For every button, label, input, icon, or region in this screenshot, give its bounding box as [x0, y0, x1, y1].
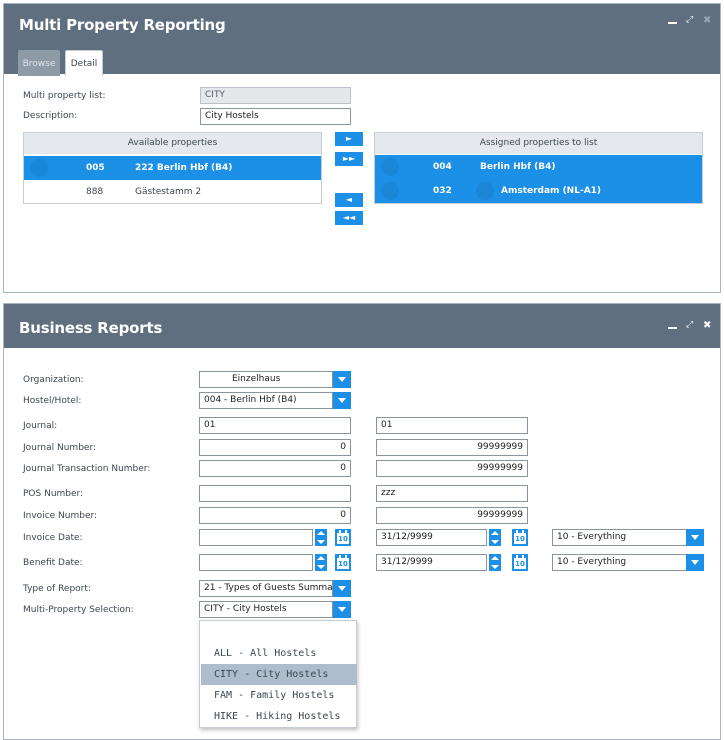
benefit-date-range-select[interactable]: 10 - Everything: [552, 554, 687, 571]
tab-detail[interactable]: Detail: [65, 50, 103, 76]
list-item[interactable]: 004 Berlin Hbf (B4): [375, 155, 702, 179]
pos-number-label: POS Number:: [23, 489, 84, 499]
journal-number-label: Journal Number:: [23, 443, 97, 453]
property-icon: [381, 182, 399, 200]
date-spinner-icon[interactable]: [315, 529, 327, 546]
available-properties-list: Available properties 005 222 Berlin Hbf …: [23, 132, 322, 204]
pos-number-from-field[interactable]: [199, 485, 351, 502]
chevron-down-icon[interactable]: [333, 580, 351, 597]
journal-transaction-to-field[interactable]: 99999999: [376, 460, 528, 477]
invoice-number-label: Invoice Number:: [23, 511, 98, 521]
journal-transaction-label: Journal Transaction Number:: [23, 464, 151, 474]
date-spinner-icon[interactable]: [315, 554, 327, 571]
journal-transaction-from-field[interactable]: 0: [199, 460, 351, 477]
assigned-properties-list: Assigned properties to list 004 Berlin H…: [374, 132, 703, 204]
dropdown-option-city[interactable]: CITY - City Hostels: [201, 664, 357, 685]
organization-select[interactable]: Einzelhaus: [199, 371, 333, 388]
report-type-label: Type of Report:: [23, 584, 91, 594]
close-icon[interactable]: ✖: [703, 16, 712, 26]
invoice-number-to-field[interactable]: 99999999: [376, 507, 528, 524]
minimize-icon[interactable]: [668, 322, 677, 329]
panel-header: Business Reports ⤢ ✖: [4, 304, 720, 348]
list-item[interactable]: 032 Amsterdam (NL-A1): [375, 179, 702, 203]
report-type-select[interactable]: 21 - Types of Guests Summary: [199, 580, 333, 597]
panel-title: Multi Property Reporting: [19, 16, 226, 34]
assigned-properties-header: Assigned properties to list: [375, 133, 702, 154]
panel-title: Business Reports: [19, 319, 163, 337]
journal-from-field[interactable]: 01: [199, 417, 351, 434]
minimize-icon[interactable]: [668, 18, 677, 24]
description-field[interactable]: City Hostels: [200, 108, 351, 125]
chevron-down-icon[interactable]: [686, 529, 704, 546]
remove-property-button[interactable]: ◄: [335, 193, 363, 207]
add-all-properties-button[interactable]: ►►: [335, 152, 363, 166]
close-icon[interactable]: ✖: [703, 321, 712, 331]
property-icon: [381, 158, 399, 176]
invoice-date-to-field[interactable]: 31/12/9999: [376, 529, 487, 546]
benefit-date-label: Benefit Date:: [23, 558, 83, 568]
expand-icon[interactable]: ⤢: [686, 16, 695, 25]
panel-header: Multi Property Reporting ⤢ ✖ Browse Deta…: [4, 4, 720, 76]
journal-number-to-field[interactable]: 99999999: [376, 439, 528, 456]
chevron-down-icon[interactable]: [333, 601, 351, 618]
dropdown-option-fam[interactable]: FAM - Family Hostels: [201, 685, 357, 706]
date-spinner-icon[interactable]: [489, 529, 501, 546]
journal-label: Journal:: [23, 421, 58, 431]
expand-icon[interactable]: ⤢: [686, 321, 695, 330]
remove-all-properties-button[interactable]: ◄◄: [335, 211, 363, 225]
invoice-date-range-select[interactable]: 10 - Everything: [552, 529, 687, 546]
organization-label: Organization:: [23, 375, 84, 385]
invoice-number-from-field[interactable]: 0: [199, 507, 351, 524]
calendar-icon[interactable]: 10: [512, 554, 528, 571]
multi-property-list-label: Multi property list:: [23, 91, 106, 101]
dropdown-option-all[interactable]: ALL - All Hostels: [201, 643, 357, 664]
chevron-down-icon[interactable]: [686, 554, 704, 571]
tab-browse[interactable]: Browse: [18, 50, 60, 76]
list-item[interactable]: 005 222 Berlin Hbf (B4): [24, 156, 321, 180]
business-reports-panel: Business Reports ⤢ ✖: [3, 303, 721, 740]
date-spinner-icon[interactable]: [489, 554, 501, 571]
calendar-icon[interactable]: 10: [512, 529, 528, 546]
calendar-icon[interactable]: 10: [335, 529, 351, 546]
chevron-down-icon[interactable]: [333, 392, 351, 409]
benefit-date-to-field[interactable]: 31/12/9999: [376, 554, 487, 571]
journal-to-field[interactable]: 01: [376, 417, 528, 434]
multi-property-selection-select[interactable]: CITY - City Hostels: [199, 601, 333, 618]
property-icon: [30, 159, 48, 177]
list-item[interactable]: 888 Gästestamm 2: [24, 180, 321, 204]
multi-property-selection-label: Multi-Property Selection:: [23, 605, 134, 615]
add-property-button[interactable]: ►: [335, 132, 363, 146]
invoice-date-from-field[interactable]: [199, 529, 313, 546]
dropdown-option-hike[interactable]: HIKE - Hiking Hostels: [201, 706, 357, 727]
calendar-icon[interactable]: 10: [335, 554, 351, 571]
available-properties-header: Available properties: [24, 133, 321, 154]
multi-property-panel: Multi Property Reporting ⤢ ✖ Browse Deta…: [3, 3, 721, 293]
property-icon: [476, 182, 494, 200]
journal-number-from-field[interactable]: 0: [199, 439, 351, 456]
description-label: Description:: [23, 111, 78, 121]
chevron-down-icon[interactable]: [333, 371, 351, 388]
hostel-label: Hostel/Hotel:: [23, 396, 82, 406]
invoice-date-label: Invoice Date:: [23, 533, 83, 543]
multi-property-list-field: CITY: [200, 87, 351, 104]
benefit-date-from-field[interactable]: [199, 554, 313, 571]
hostel-select[interactable]: 004 - Berlin Hbf (B4): [199, 392, 333, 409]
pos-number-to-field[interactable]: zzz: [376, 485, 528, 502]
multi-property-dropdown-list: ALL - All Hostels CITY - City Hostels FA…: [199, 620, 357, 728]
